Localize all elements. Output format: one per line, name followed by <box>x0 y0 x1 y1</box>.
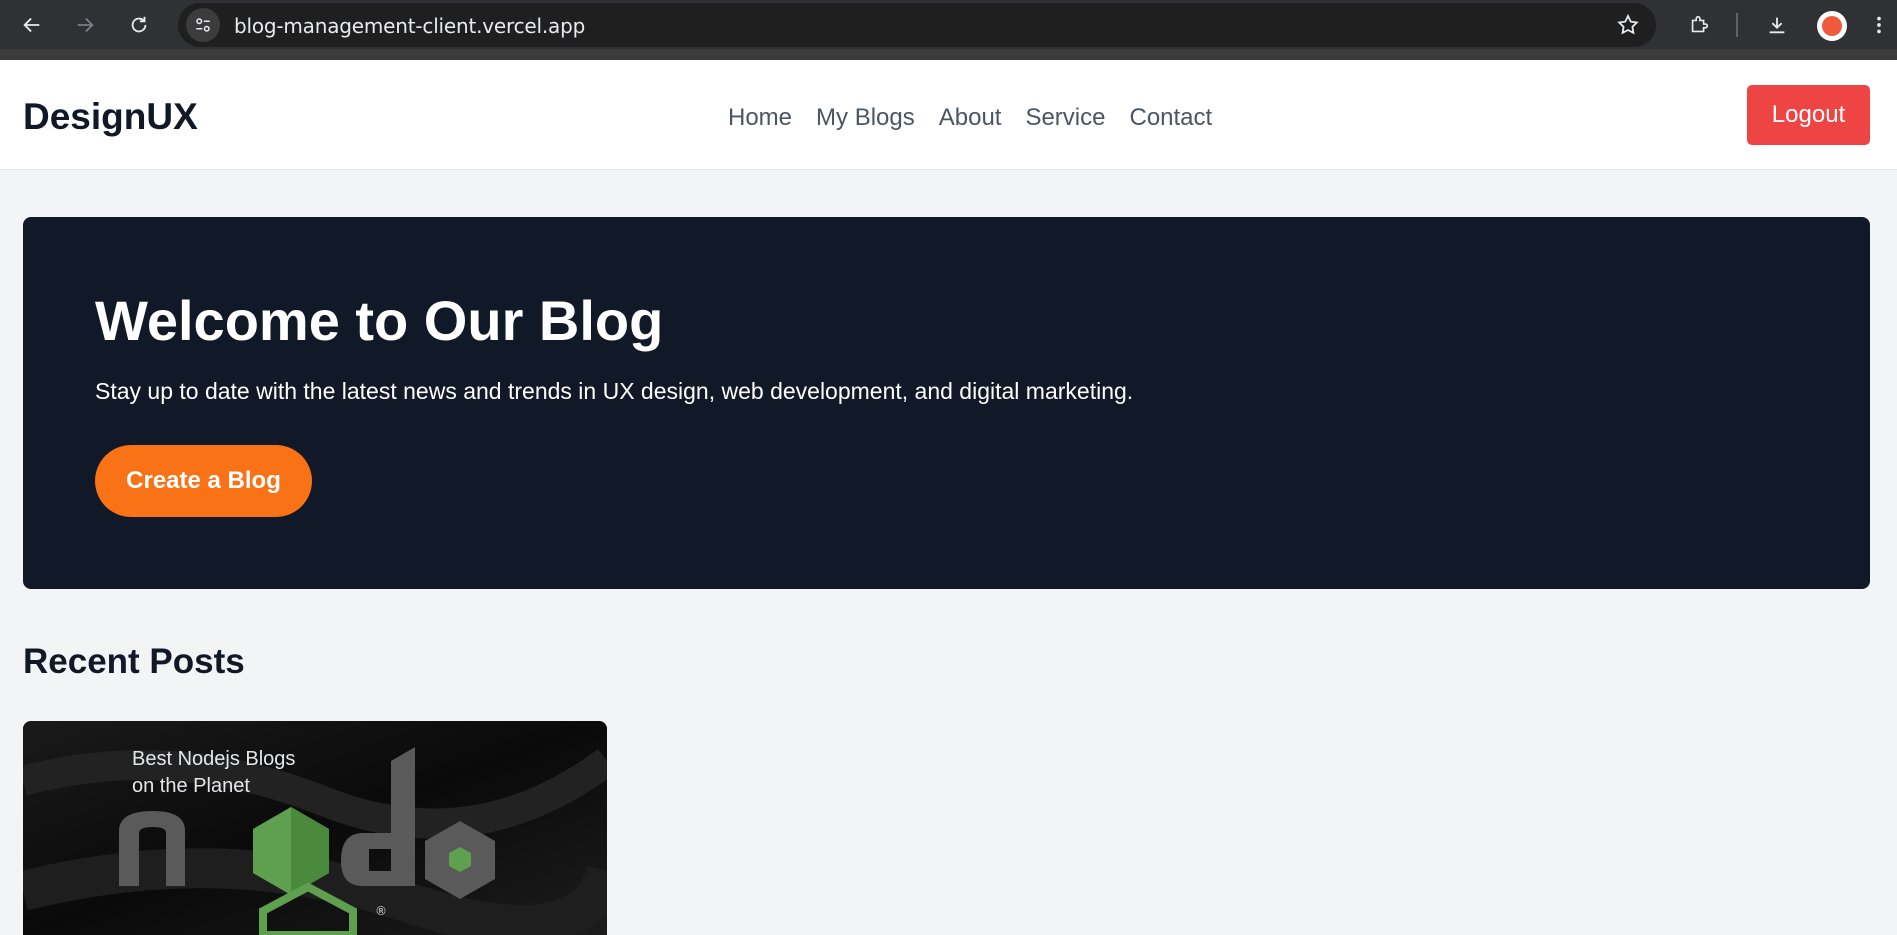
nav-home[interactable]: Home <box>728 104 792 132</box>
star-icon[interactable] <box>1616 13 1640 42</box>
hero-subtitle: Stay up to date with the latest news and… <box>95 378 1134 404</box>
forward-icon[interactable] <box>68 8 102 42</box>
post-thumbnail-image: ® <box>23 721 607 935</box>
reload-icon[interactable] <box>122 8 156 42</box>
nav-my-blogs[interactable]: My Blogs <box>816 104 915 132</box>
address-bar[interactable]: blog-management-client.vercel.app <box>178 3 1656 47</box>
site-header: DesignUX Home My Blogs About Service Con… <box>0 60 1897 170</box>
recent-posts-heading: Recent Posts <box>23 642 245 681</box>
profile-avatar[interactable] <box>1817 11 1847 41</box>
download-icon[interactable] <box>1760 8 1794 42</box>
more-icon[interactable] <box>1866 8 1892 42</box>
hero-title: Welcome to Our Blog <box>95 289 664 352</box>
post-image-caption: Best Nodejs Blogs on the Planet <box>132 748 296 797</box>
nav-about[interactable]: About <box>939 104 1002 132</box>
extensions-icon[interactable] <box>1682 8 1716 42</box>
back-icon[interactable] <box>15 8 49 42</box>
toolbar-strip <box>0 49 1897 60</box>
site-info-icon[interactable] <box>186 8 220 42</box>
brand-logo[interactable]: DesignUX <box>23 96 198 138</box>
main-nav: Home My Blogs About Service Contact <box>728 104 1212 132</box>
create-blog-button[interactable]: Create a Blog <box>95 445 312 517</box>
toolbar-divider <box>1736 13 1738 37</box>
post-card[interactable]: ® Best Nodejs Blogs on the Planet <box>23 721 607 935</box>
hero-banner: Welcome to Our Blog Stay up to date with… <box>23 217 1870 589</box>
svg-text:®: ® <box>375 904 387 918</box>
logout-button[interactable]: Logout <box>1747 85 1870 145</box>
url-text[interactable]: blog-management-client.vercel.app <box>234 14 585 38</box>
nav-service[interactable]: Service <box>1025 104 1105 132</box>
nav-contact[interactable]: Contact <box>1129 104 1212 132</box>
